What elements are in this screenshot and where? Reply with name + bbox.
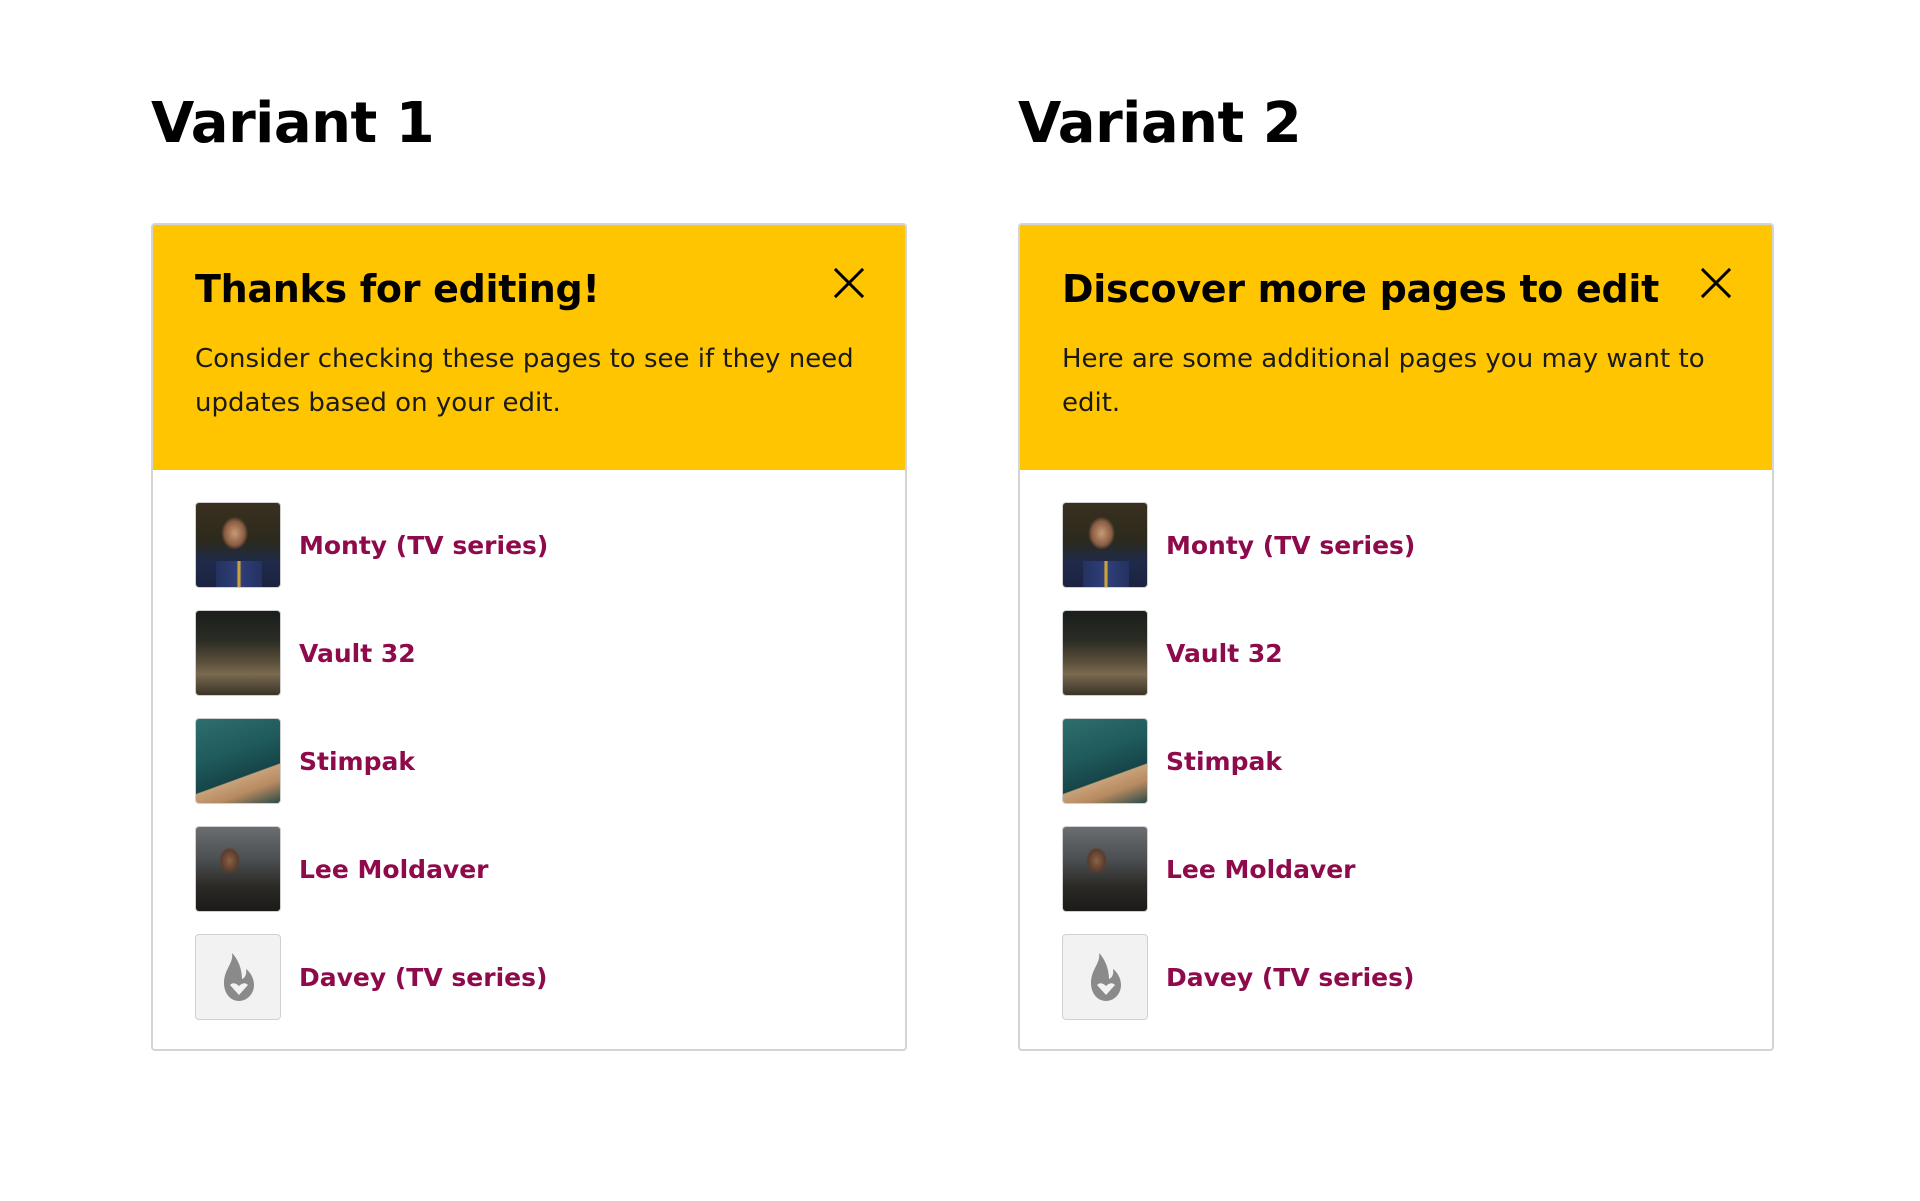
card-header: Thanks for editing! Consider checking th… — [153, 225, 905, 470]
list-item[interactable]: Vault 32 — [195, 610, 905, 696]
page-link[interactable]: Monty (TV series) — [1166, 531, 1415, 560]
close-icon — [833, 267, 865, 299]
page-link[interactable]: Lee Moldaver — [1166, 855, 1356, 884]
list-item[interactable]: Lee Moldaver — [1062, 826, 1772, 912]
recommendations-card: Discover more pages to edit Here are som… — [1018, 223, 1774, 1051]
recommendations-card: Thanks for editing! Consider checking th… — [151, 223, 907, 1051]
thumbnail-image[interactable] — [195, 718, 281, 804]
thumbnail-image[interactable] — [195, 826, 281, 912]
page-link[interactable]: Stimpak — [299, 747, 415, 776]
page-link[interactable]: Lee Moldaver — [299, 855, 489, 884]
thumbnail-image[interactable] — [195, 610, 281, 696]
page-link[interactable]: Monty (TV series) — [299, 531, 548, 560]
list-item[interactable]: Monty (TV series) — [1062, 502, 1772, 588]
page-link[interactable]: Vault 32 — [299, 639, 416, 668]
list-item[interactable]: Davey (TV series) — [1062, 934, 1772, 1020]
close-button[interactable] — [831, 265, 867, 301]
list-item[interactable]: Lee Moldaver — [195, 826, 905, 912]
thumbnail-placeholder[interactable] — [195, 934, 281, 1020]
flame-icon — [1091, 953, 1121, 1001]
card-description: Consider checking these pages to see if … — [195, 343, 854, 418]
list-item[interactable]: Vault 32 — [1062, 610, 1772, 696]
card-heading: Thanks for editing! — [195, 267, 600, 311]
close-icon — [1700, 267, 1732, 299]
list-item[interactable]: Davey (TV series) — [195, 934, 905, 1020]
list-item[interactable]: Monty (TV series) — [195, 502, 905, 588]
variant-title: Variant 2 — [1018, 91, 1302, 156]
thumbnail-image[interactable] — [1062, 826, 1148, 912]
close-button[interactable] — [1698, 265, 1734, 301]
variant-title: Variant 1 — [151, 91, 435, 156]
page-link[interactable]: Davey (TV series) — [1166, 963, 1414, 992]
thumbnail-image[interactable] — [1062, 718, 1148, 804]
card-heading: Discover more pages to edit — [1062, 267, 1660, 311]
thumbnail-image[interactable] — [195, 502, 281, 588]
page-link[interactable]: Stimpak — [1166, 747, 1282, 776]
page-link[interactable]: Davey (TV series) — [299, 963, 547, 992]
thumbnail-placeholder[interactable] — [1062, 934, 1148, 1020]
page-link[interactable]: Vault 32 — [1166, 639, 1283, 668]
card-description: Here are some additional pages you may w… — [1062, 343, 1705, 418]
flame-icon — [224, 953, 254, 1001]
page-list: Monty (TV series) Vault 32 Stimpak Lee M… — [153, 470, 905, 1020]
list-item[interactable]: Stimpak — [195, 718, 905, 804]
list-item[interactable]: Stimpak — [1062, 718, 1772, 804]
card-header: Discover more pages to edit Here are som… — [1020, 225, 1772, 470]
thumbnail-image[interactable] — [1062, 610, 1148, 696]
page-list: Monty (TV series) Vault 32 Stimpak Lee M… — [1020, 470, 1772, 1020]
thumbnail-image[interactable] — [1062, 502, 1148, 588]
